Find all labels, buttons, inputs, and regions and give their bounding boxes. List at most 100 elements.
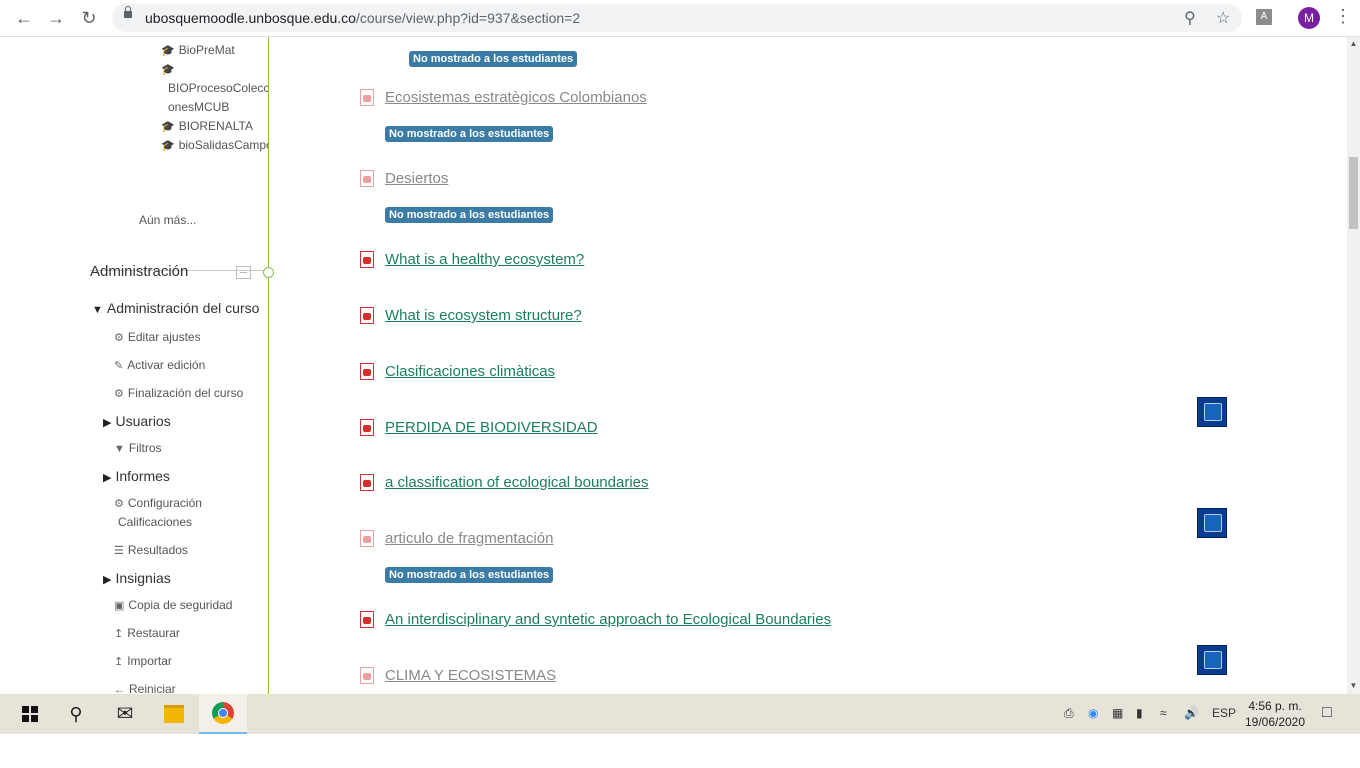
nav-reset[interactable]: ← Reiniciar	[114, 682, 176, 694]
search-icon[interactable]: ⚲	[52, 694, 100, 734]
page-scrollbar[interactable]: ▲ ▼	[1347, 37, 1360, 694]
graduation-cap-icon: 🎓	[161, 64, 175, 76]
pdf-icon	[360, 363, 374, 380]
course-label: bioSalidasCampo	[178, 138, 269, 152]
graduation-cap-icon: 🎓	[161, 45, 175, 57]
nav-label: Configuración	[127, 496, 202, 510]
mail-icon[interactable]: ✉	[101, 694, 149, 734]
zoom-app-icon[interactable]: ◉	[1088, 706, 1098, 720]
pdf-icon	[360, 667, 374, 684]
wifi-icon[interactable]: ≈	[1160, 706, 1167, 720]
address-bar[interactable]: ubosquemoodle.unbosque.edu.co/course/vie…	[112, 4, 1242, 32]
clock-time: 4:56 p. m.	[1248, 699, 1302, 713]
pdf-icon	[360, 530, 374, 547]
activity-link[interactable]: articulo de fragmentación	[385, 530, 553, 547]
nav-grades-config[interactable]: ⚙ Configuración	[114, 496, 202, 510]
node-label: Informes	[115, 468, 170, 484]
nav-label: Resultados	[127, 543, 188, 557]
filter-icon: ▼	[114, 443, 125, 455]
activity-link[interactable]: What is a healthy ecosystem?	[385, 251, 584, 268]
forward-arrow-icon[interactable]: →	[44, 6, 68, 30]
pdf-icon	[360, 251, 374, 268]
zoom-icon[interactable]: ⚲	[1184, 8, 1196, 28]
hidden-badge: No mostrado a los estudiantes	[385, 567, 554, 583]
tree-node-course-admin[interactable]: ▼ Administración del curso	[92, 300, 259, 316]
course-link-continuation[interactable]: onesMCUB	[168, 100, 229, 114]
activity-link[interactable]: What is ecosystem structure?	[385, 307, 582, 324]
pdf-icon	[360, 89, 374, 106]
activity-link[interactable]: CLIMA Y ECOSISTEMAS	[385, 667, 556, 684]
start-button[interactable]	[4, 694, 52, 734]
upload-icon: ↥	[114, 656, 124, 668]
pencil-icon: ✎	[114, 360, 124, 372]
triangle-right-icon: ▶	[103, 574, 112, 586]
reload-icon[interactable]: ↻	[77, 6, 101, 30]
chrome-icon[interactable]	[199, 694, 247, 734]
activity-link[interactable]: PERDIDA DE BIODIVERSIDAD	[385, 419, 598, 436]
scroll-thumb[interactable]	[1349, 157, 1358, 229]
browser-toolbar: ← → ↻ ubosquemoodle.unbosque.edu.co/cour…	[0, 0, 1360, 37]
nav-label: Calificaciones	[118, 515, 193, 529]
hidden-badge: No mostrado a los estudiantes	[409, 51, 578, 67]
nav-course-completion[interactable]: ⚙ Finalización del curso	[114, 386, 243, 400]
nav-edit-settings[interactable]: ⚙ Editar ajustes	[114, 330, 201, 344]
nav-filters[interactable]: ▼ Filtros	[114, 441, 162, 455]
nav-label: Filtros	[128, 441, 162, 455]
triangle-down-icon: ▼	[92, 304, 103, 316]
course-label: BioPreMat	[178, 43, 235, 57]
course-link[interactable]: 🎓 BioPreMat	[161, 43, 235, 57]
gear-icon: ⚙	[114, 498, 124, 510]
course-link[interactable]: 🎓 bioSalidasCampo	[161, 138, 269, 152]
triangle-right-icon: ▶	[103, 417, 112, 429]
activity-link[interactable]: Clasificaciones climàticas	[385, 363, 555, 380]
clock[interactable]: 4:56 p. m. 19/06/2020	[1242, 698, 1308, 730]
file-explorer-icon[interactable]	[150, 694, 198, 734]
avatar[interactable]: M	[1298, 7, 1320, 29]
scroll-down-icon[interactable]: ▼	[1349, 681, 1358, 691]
nav-restore[interactable]: ↥ Restaurar	[114, 626, 180, 640]
tree-node-reports[interactable]: ▶ Informes	[103, 468, 170, 484]
course-link[interactable]: BIOProcesoColecci	[168, 81, 269, 95]
nav-import[interactable]: ↥ Importar	[114, 654, 172, 668]
completion-checkbox[interactable]	[1197, 645, 1227, 675]
course-link[interactable]: 🎓 BIORENALTA	[161, 119, 253, 133]
language-indicator[interactable]: ESP	[1212, 706, 1236, 720]
notifications-icon[interactable]: □	[1322, 704, 1332, 722]
collapse-block-icon[interactable]	[236, 266, 251, 279]
nav-results[interactable]: ☰ Resultados	[114, 543, 188, 557]
completion-checkbox[interactable]	[1197, 508, 1227, 538]
menu-dots-icon[interactable]: ⋮	[1334, 6, 1352, 27]
activity-link[interactable]: a classification of ecological boundarie…	[385, 474, 649, 491]
triangle-right-icon: ▶	[103, 472, 112, 484]
star-icon[interactable]: ☆	[1216, 8, 1230, 28]
gear-icon: ⚙	[114, 388, 124, 400]
activity-link[interactable]: An interdisciplinary and syntetic approa…	[385, 611, 831, 628]
printer-icon[interactable]: ⎙	[1064, 706, 1074, 721]
pdf-extension-icon[interactable]: A	[1256, 9, 1272, 25]
activity-link[interactable]: Ecosistemas estratègicos Colombianos	[385, 89, 647, 106]
pdf-icon	[360, 170, 374, 187]
graduation-cap-icon: 🎓	[161, 140, 175, 152]
nav-activate-edit[interactable]: ✎ Activar edición	[114, 358, 205, 372]
tree-node-badges[interactable]: ▶ Insignias	[103, 570, 171, 586]
url-text: ubosquemoodle.unbosque.edu.co/course/vie…	[145, 10, 580, 26]
back-arrow-icon[interactable]: ←	[12, 6, 36, 30]
network-share-icon[interactable]: ▦	[1112, 706, 1123, 720]
nav-label: Finalización del curso	[127, 386, 244, 400]
arrow-left-icon: ←	[114, 684, 125, 694]
lock-icon	[124, 6, 132, 18]
more-courses-link[interactable]: Aún más...	[139, 213, 196, 227]
scroll-up-icon[interactable]: ▲	[1349, 39, 1358, 49]
url-path: /course/view.php?id=937&section=2	[355, 10, 581, 26]
nav-label: Restaurar	[127, 626, 180, 640]
battery-icon[interactable]: ▮	[1136, 706, 1143, 720]
hidden-badge: No mostrado a los estudiantes	[385, 126, 554, 142]
volume-icon[interactable]: 🔊	[1184, 706, 1199, 720]
activity-link[interactable]: Desiertos	[385, 170, 448, 187]
hidden-badge: No mostrado a los estudiantes	[385, 207, 554, 223]
nav-grades-config-continuation[interactable]: Calificaciones	[118, 515, 192, 529]
node-label: Usuarios	[115, 413, 171, 429]
completion-checkbox[interactable]	[1197, 397, 1227, 427]
nav-backup[interactable]: ▣ Copia de seguridad	[114, 598, 232, 612]
tree-node-users[interactable]: ▶ Usuarios	[103, 413, 171, 429]
